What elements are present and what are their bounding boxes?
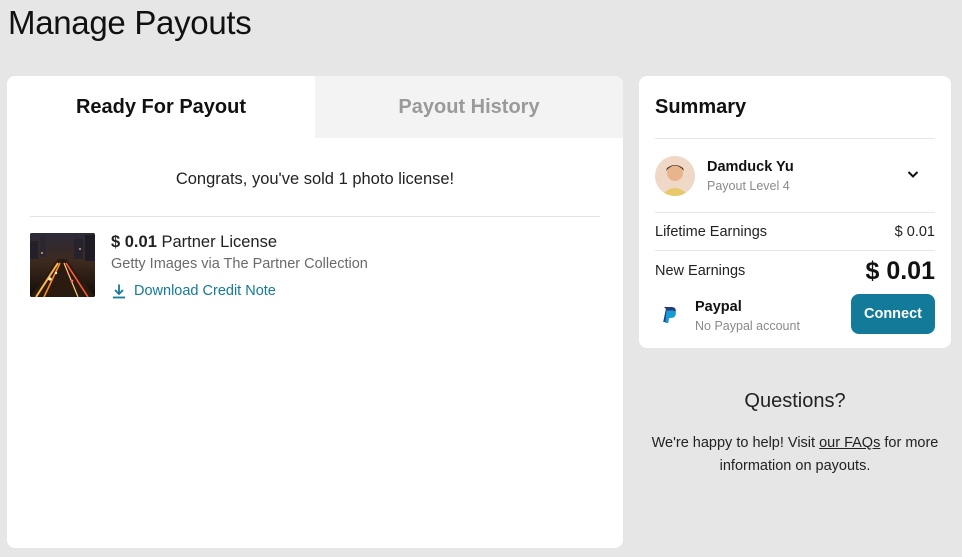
congrats-message: Congrats, you've sold 1 photo license! [175, 170, 455, 188]
questions-section: Questions? We're happy to help! Visit ou… [639, 390, 951, 478]
avatar [655, 155, 695, 196]
paypal-row: Paypal No Paypal account Connect [655, 293, 935, 339]
payout-main-card: Ready For Payout Payout History Congrats… [7, 76, 623, 548]
license-amount: $ 0.01 [111, 233, 157, 251]
user-row: Damduck Yu Payout Level 4 [655, 139, 935, 212]
new-earnings-label: New Earnings [655, 263, 746, 279]
lifetime-earnings-value: $ 0.01 [894, 223, 935, 240]
license-thumbnail[interactable] [30, 233, 95, 297]
download-credit-note-link[interactable]: Download Credit Note [111, 283, 368, 299]
chevron-down-icon[interactable] [905, 166, 921, 182]
user-name: Damduck Yu [707, 158, 794, 175]
license-item: $ 0.01 Partner License Getty Images via … [30, 233, 623, 299]
download-icon [113, 284, 125, 299]
license-source: Getty Images via The Partner Collection [111, 256, 368, 272]
questions-title: Questions? [744, 390, 846, 412]
lifetime-earnings-label: Lifetime Earnings [655, 223, 768, 240]
summary-card: Summary Damduck Yu Payout Level 4 Lifeti… [639, 76, 951, 348]
lifetime-earnings-row: Lifetime Earnings $ 0.01 [655, 213, 935, 250]
download-label: Download Credit Note [134, 283, 276, 299]
payout-tabs: Ready For Payout Payout History [7, 76, 623, 138]
connect-paypal-button[interactable]: Connect [851, 294, 935, 334]
tab-ready-for-payout[interactable]: Ready For Payout [7, 76, 315, 138]
avatar-image [655, 155, 695, 196]
questions-text: We're happy to help! Visit our FAQs for … [639, 432, 951, 478]
paypal-name: Paypal [695, 299, 742, 315]
new-earnings-value: $ 0.01 [865, 256, 935, 285]
paypal-icon [663, 307, 676, 323]
page-title: Manage Payouts [8, 4, 252, 41]
tab-payout-history[interactable]: Payout History [315, 76, 623, 138]
license-title: $ 0.01 Partner License [111, 233, 368, 255]
summary-title: Summary [655, 95, 747, 118]
divider [30, 216, 600, 217]
faq-link[interactable]: our FAQs [819, 435, 880, 451]
new-earnings-row: New Earnings $ 0.01 [655, 251, 935, 291]
paypal-status: No Paypal account [695, 319, 800, 333]
payout-level: Payout Level 4 [707, 178, 790, 193]
questions-text-before: We're happy to help! Visit [651, 435, 820, 451]
city-night-image [30, 233, 95, 297]
license-type: Partner License [161, 233, 278, 251]
